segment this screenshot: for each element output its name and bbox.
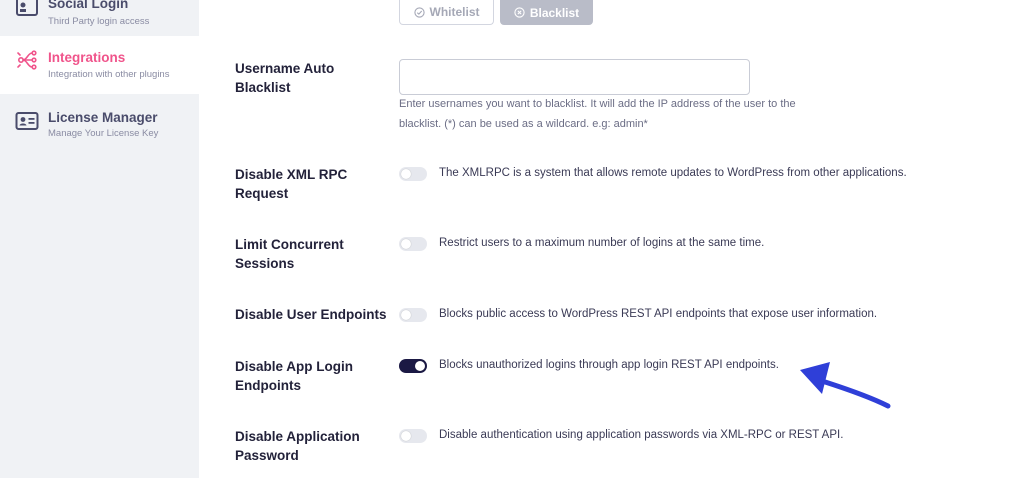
toggle-knob [401,431,411,441]
application-password-toggle[interactable] [399,429,427,443]
whitelist-button[interactable]: Whitelist [399,0,494,25]
application-password-description: Disable authentication using application… [439,429,844,441]
help-line: blacklist. (*) can be used as a wildcard… [399,118,648,130]
sidebar-item-integrations[interactable]: Integrations Integration with other plug… [0,36,199,94]
user-endpoints-label: Disable User Endpoints [235,305,387,324]
concurrent-sessions-description: Restrict users to a maximum number of lo… [439,237,765,249]
user-endpoints-description: Blocks public access to WordPress REST A… [439,308,878,320]
xml-rpc-description: The XMLRPC is a system that allows remot… [439,167,907,179]
help-line: Enter usernames you want to blacklist. I… [399,98,796,110]
label-line: Disable User Endpoints [235,307,387,322]
social-login-icon [16,0,38,16]
label-line: Disable Application [235,429,360,444]
sidebar-item-subtitle: Third Party login access [48,16,150,27]
toggle-knob [415,361,425,371]
x-circle-icon [514,7,525,18]
application-password-label: Disable Application Password [235,427,360,465]
username-blacklist-label: Username Auto Blacklist [235,59,334,97]
sidebar-item-title: Integrations [48,50,126,65]
label-line: Username Auto [235,61,335,76]
toggle-knob [401,169,411,179]
sidebar: Social Login Third Party login access In… [0,0,199,478]
toggle-knob [401,239,411,249]
username-blacklist-help: Enter usernames you want to blacklist. I… [399,94,796,134]
label-line: Request [235,186,289,201]
sidebar-item-license-manager[interactable]: License Manager Manage Your License Key [0,96,199,154]
label-line: Sessions [235,256,295,271]
label-line: Password [235,448,299,463]
sidebar-item-subtitle: Integration with other plugins [48,69,170,80]
blacklist-button[interactable]: Blacklist [500,0,593,25]
integrations-icon [17,50,37,70]
label-line: Limit Concurrent [235,237,344,252]
label-line: Disable App Login [235,359,353,374]
annotation-arrow-icon [800,362,891,409]
app-login-endpoints-toggle[interactable] [399,359,427,373]
toggle-knob [401,310,411,320]
app-login-endpoints-description: Blocks unauthorized logins through app l… [439,359,779,371]
app-login-endpoints-label: Disable App Login Endpoints [235,357,353,395]
whitelist-label: Whitelist [429,5,480,19]
sidebar-item-title: License Manager [48,110,158,125]
concurrent-sessions-label: Limit Concurrent Sessions [235,235,344,273]
sidebar-item-title: Social Login [48,0,129,11]
user-endpoints-toggle[interactable] [399,308,427,322]
xml-rpc-toggle[interactable] [399,167,427,181]
username-blacklist-input[interactable] [399,59,750,95]
check-circle-icon [413,6,425,18]
blacklist-label: Blacklist [529,5,580,20]
sidebar-item-social-login[interactable]: Social Login Third Party login access [0,0,199,32]
sidebar-item-subtitle: Manage Your License Key [48,128,159,139]
label-line: Disable XML RPC [235,167,348,182]
xml-rpc-label: Disable XML RPC Request [235,165,347,203]
license-card-icon [15,112,39,130]
label-line: Endpoints [235,378,301,393]
concurrent-sessions-toggle[interactable] [399,237,427,251]
label-line: Blacklist [235,80,291,95]
